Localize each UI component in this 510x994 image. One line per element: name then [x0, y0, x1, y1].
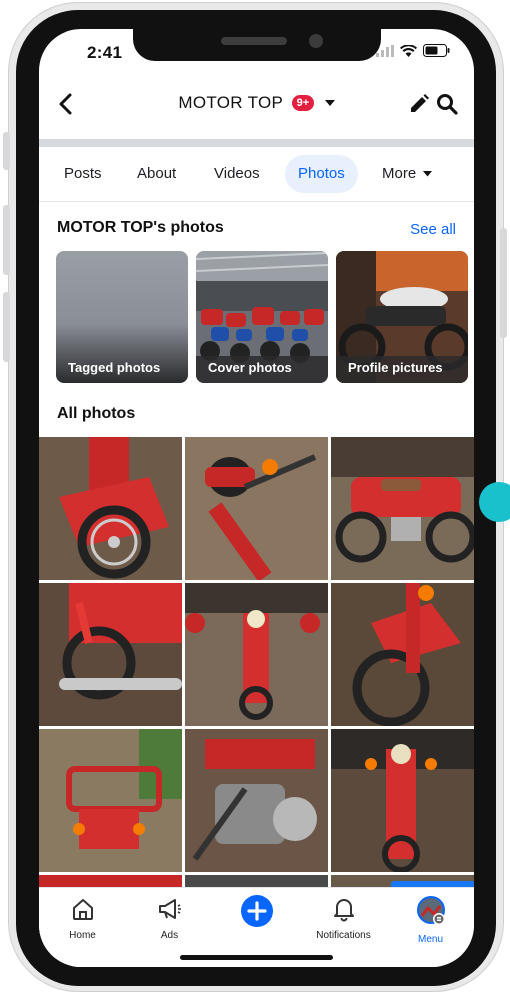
nav-home[interactable]: Home [39, 896, 126, 941]
nav-label: Notifications [316, 930, 371, 941]
red-motorbike-photo [39, 729, 182, 872]
battery-icon [423, 44, 450, 57]
caret-down-icon [423, 171, 433, 177]
album-label: Cover photos [208, 360, 292, 375]
nav-label: Home [69, 930, 96, 941]
engine-photo [185, 729, 328, 872]
tab-posts[interactable]: Posts [51, 155, 115, 193]
megaphone-icon [158, 899, 181, 919]
red-motorbike-photo [331, 437, 474, 580]
mute-switch [3, 132, 10, 170]
album-label: Tagged photos [68, 360, 161, 375]
screen: 2:41 MOTOR TOP 9+ Posts About Videos Pho… [39, 29, 474, 967]
nav-menu[interactable]: Menu [387, 896, 474, 945]
all-photos-title: All photos [57, 405, 136, 422]
profile-tabs: Posts About Videos Photos More [39, 155, 474, 197]
volume-down-button [3, 292, 10, 362]
photo-thumbnail[interactable] [39, 437, 182, 580]
album-label: Profile pictures [348, 360, 443, 375]
bell-icon [333, 899, 354, 922]
tab-photos[interactable]: Photos [285, 155, 358, 193]
nav-notifications[interactable]: Notifications [300, 896, 387, 941]
chevron-down-icon [324, 99, 335, 106]
section-divider [39, 139, 474, 147]
photo-thumbnail[interactable] [185, 729, 328, 872]
see-all-link[interactable]: See all [410, 221, 456, 238]
photo-thumbnail[interactable] [331, 437, 474, 580]
nav-create[interactable] [213, 895, 300, 933]
home-icon [72, 899, 93, 920]
speaker [221, 37, 287, 45]
photo-thumbnail[interactable] [39, 583, 182, 726]
red-motorbike-photo [39, 437, 182, 580]
photo-thumbnail[interactable] [331, 729, 474, 872]
nav-label: Menu [417, 934, 443, 945]
tab-videos[interactable]: Videos [201, 155, 273, 193]
volume-up-button [3, 205, 10, 275]
search-icon[interactable] [436, 93, 458, 115]
front-camera [309, 34, 323, 48]
photos-section-title: MOTOR TOP's photos [57, 219, 224, 236]
top-bar: MOTOR TOP 9+ [39, 81, 474, 131]
notification-badge: 9+ [291, 95, 315, 111]
tab-more[interactable]: More [369, 155, 445, 193]
album-profile-pictures[interactable]: Profile pictures [336, 251, 468, 383]
tab-about[interactable]: About [124, 155, 189, 193]
photo-thumbnail[interactable] [185, 583, 328, 726]
photo-thumbnail[interactable] [185, 437, 328, 580]
tab-more-label: More [382, 165, 417, 182]
red-motorbike-photo [185, 583, 328, 726]
red-motorbike-photo [185, 437, 328, 580]
photo-thumbnail[interactable] [39, 729, 182, 872]
nav-ads[interactable]: Ads [126, 896, 213, 941]
wifi-icon [400, 44, 417, 57]
photo-thumbnail[interactable] [331, 583, 474, 726]
plus-icon [240, 895, 273, 927]
power-button [500, 228, 507, 338]
nav-label: Ads [160, 930, 179, 941]
notch [133, 29, 381, 61]
album-tagged-photos[interactable]: Tagged photos [56, 251, 188, 383]
red-motorbike-photo [331, 729, 474, 872]
page-title: MOTOR TOP [178, 93, 284, 112]
avatar-menu-icon [416, 896, 445, 925]
tabs-divider [39, 201, 474, 202]
status-icons [376, 44, 450, 57]
status-time: 2:41 [87, 43, 123, 62]
red-motorbike-photo [331, 583, 474, 726]
home-indicator [180, 955, 333, 960]
red-motorbike-photo [39, 583, 182, 726]
edit-icon[interactable] [408, 93, 430, 115]
album-cover-photos[interactable]: Cover photos [196, 251, 328, 383]
